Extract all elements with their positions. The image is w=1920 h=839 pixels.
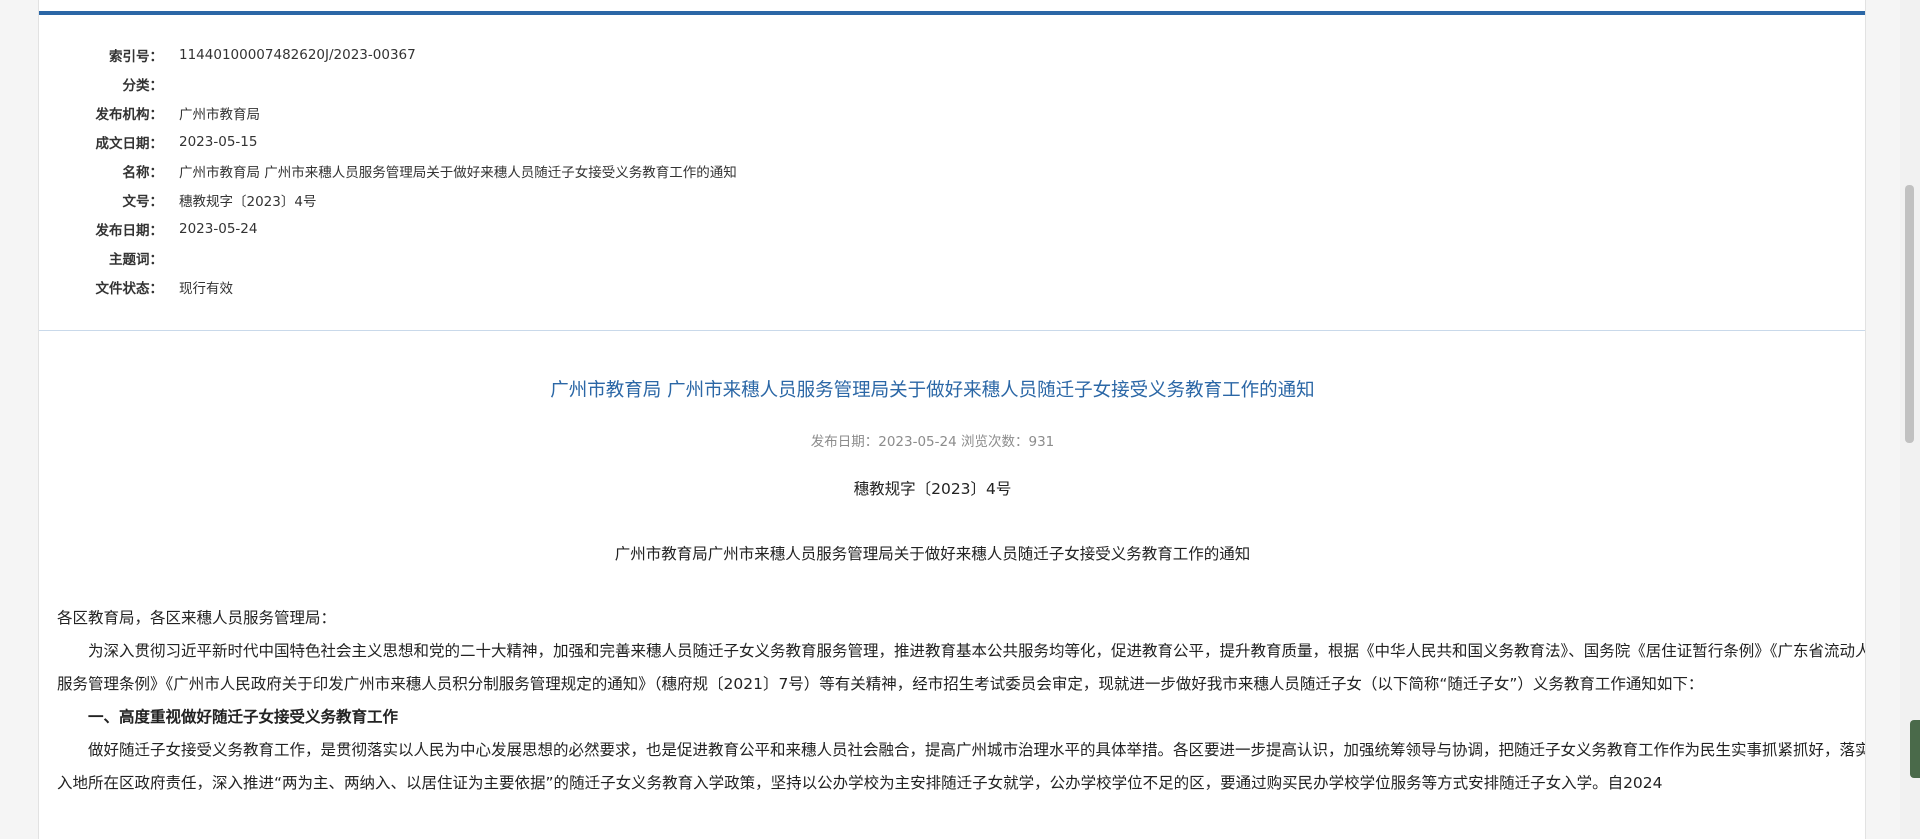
section-heading: 一、高度重视做好随迁子女接受义务教育工作 bbox=[88, 708, 399, 726]
meta-value: 2023-05-24 bbox=[179, 220, 258, 237]
meta-label: 名称： bbox=[122, 164, 164, 181]
meta-value: 2023-05-15 bbox=[179, 133, 258, 150]
document-number: 穗教规字〔2023〕4号 bbox=[853, 480, 1012, 498]
body-paragraph: 为深入贯彻习近平新时代中国特色社会主义思想和党的二十大精神，加强和完善来穗人员随… bbox=[57, 642, 1866, 693]
meta-row-publisher: 发布机构： 广州市教育局 bbox=[39, 98, 1865, 127]
scrollbar-thumb[interactable] bbox=[1905, 185, 1914, 443]
meta-label: 分类： bbox=[122, 77, 164, 94]
article-body: 各区教育局，各区来穗人员服务管理局： 为深入贯彻习近平新时代中国特色社会主义思想… bbox=[57, 602, 1866, 800]
article-publish-info: 发布日期：2023-05-24 浏览次数：931 bbox=[810, 434, 1055, 450]
meta-row-written-date: 成文日期： 2023-05-15 bbox=[39, 127, 1865, 156]
meta-row-name: 名称： 广州市教育局 广州市来穗人员服务管理局关于做好来穗人员随迁子女接受义务教… bbox=[39, 156, 1865, 185]
meta-row-category: 分类： bbox=[39, 69, 1865, 98]
meta-label: 文件状态： bbox=[95, 280, 164, 297]
meta-value: 穗教规字〔2023〕4号 bbox=[179, 193, 317, 210]
meta-row-status: 文件状态： 现行有效 bbox=[39, 272, 1865, 301]
salutation: 各区教育局，各区来穗人员服务管理局： bbox=[57, 609, 337, 627]
meta-value: 广州市教育局 bbox=[179, 106, 260, 123]
top-accent-bar bbox=[39, 11, 1865, 15]
meta-label: 索引号： bbox=[109, 48, 163, 65]
meta-label: 主题词： bbox=[109, 251, 163, 268]
side-float-widget[interactable] bbox=[1910, 720, 1920, 778]
meta-label: 发布机构： bbox=[95, 106, 164, 123]
meta-row-index: 索引号： 11440100007482620J/2023-00367 bbox=[39, 40, 1865, 69]
meta-label: 文号： bbox=[122, 193, 164, 210]
document-meta-table: 索引号： 11440100007482620J/2023-00367 分类： 发… bbox=[39, 40, 1865, 301]
meta-divider bbox=[39, 330, 1865, 331]
document-page: 索引号： 11440100007482620J/2023-00367 分类： 发… bbox=[38, 0, 1866, 839]
document-subtitle: 广州市教育局广州市来穗人员服务管理局关于做好来穗人员随迁子女接受义务教育工作的通… bbox=[614, 545, 1251, 563]
meta-label: 成文日期： bbox=[95, 135, 164, 152]
meta-value: 11440100007482620J/2023-00367 bbox=[179, 46, 416, 63]
vertical-scrollbar[interactable] bbox=[1900, 0, 1920, 839]
meta-row-keywords: 主题词： bbox=[39, 243, 1865, 272]
body-paragraph: 做好随迁子女接受义务教育工作，是贯彻落实以人民为中心发展思想的必然要求，也是促进… bbox=[57, 741, 1866, 792]
meta-label: 发布日期： bbox=[95, 222, 164, 239]
meta-value: 现行有效 bbox=[179, 280, 233, 297]
article-title: 广州市教育局 广州市来穗人员服务管理局关于做好来穗人员随迁子女接受义务教育工作的… bbox=[550, 380, 1315, 401]
meta-row-publish-date: 发布日期： 2023-05-24 bbox=[39, 214, 1865, 243]
meta-value: 广州市教育局 广州市来穗人员服务管理局关于做好来穗人员随迁子女接受义务教育工作的… bbox=[179, 164, 737, 181]
meta-row-doc-number: 文号： 穗教规字〔2023〕4号 bbox=[39, 185, 1865, 214]
